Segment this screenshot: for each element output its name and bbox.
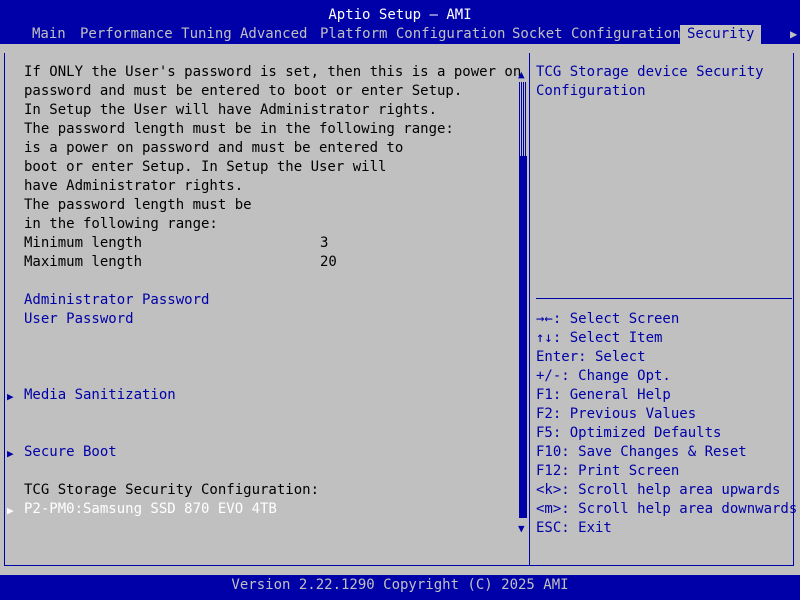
min-length-label: Minimum length xyxy=(24,235,143,251)
user-password-item[interactable]: User Password xyxy=(24,310,134,329)
key-hint: <m>: Scroll help area downwards xyxy=(536,501,798,517)
key-hint: +/-: Change Opt. xyxy=(536,368,671,384)
key-hint: →←: Select Screen xyxy=(536,311,680,327)
tab-socket-configuration[interactable]: Socket Configuration xyxy=(512,25,681,44)
key-hint: ESC: Exit xyxy=(536,520,612,536)
scroll-down-icon[interactable]: ▼ xyxy=(518,519,525,538)
title-bar: Aptio Setup – AMI Main Performance Tunin… xyxy=(0,0,800,44)
description-line: is a power on password and must be enter… xyxy=(24,140,404,156)
scrollbar-thumb[interactable] xyxy=(519,82,527,156)
description-line: in the following range: xyxy=(24,216,218,232)
triangle-right-icon: ▶ xyxy=(7,390,14,403)
media-sanitization-item[interactable]: Media Sanitization xyxy=(24,386,176,405)
version-footer: Version 2.22.1290 Copyright (C) 2025 AMI xyxy=(0,575,800,600)
tab-security[interactable]: Security xyxy=(680,25,762,44)
triangle-right-icon: ▶ xyxy=(7,504,14,517)
tab-bar: Main Performance Tuning Advanced Platfor… xyxy=(0,25,800,44)
help-separator xyxy=(536,298,792,299)
tab-platform-configuration[interactable]: Platform Configuration xyxy=(320,25,505,44)
help-description-line: Configuration xyxy=(536,83,646,99)
key-hint: ↑↓: Select Item xyxy=(536,330,663,346)
key-hint: F2: Previous Values xyxy=(536,406,697,422)
key-hint: F10: Save Changes & Reset xyxy=(536,444,747,460)
description-line: The password length must be in the follo… xyxy=(24,121,454,137)
key-hint: F12: Print Screen xyxy=(536,463,680,479)
description-line: In Setup the User will have Administrato… xyxy=(24,102,438,118)
description-line: password and must be entered to boot or … xyxy=(24,83,463,99)
administrator-password-item[interactable]: Administrator Password xyxy=(24,291,209,310)
description-line: have Administrator rights. xyxy=(24,178,244,194)
triangle-right-icon: ▶ xyxy=(7,447,14,460)
key-hint: Enter: Select xyxy=(536,349,646,365)
key-hint: <k>: Scroll help area upwards xyxy=(536,482,781,498)
panel-divider xyxy=(529,53,530,566)
max-length-value: 20 xyxy=(320,254,337,270)
description-line: If ONLY the User's password is set, then… xyxy=(24,64,522,80)
max-length-label: Maximum length xyxy=(24,254,143,270)
description-line: boot or enter Setup. In Setup the User w… xyxy=(24,159,387,175)
app-title: Aptio Setup – AMI xyxy=(328,7,472,23)
min-length-value: 3 xyxy=(320,235,329,251)
tcg-device-item[interactable]: P2-PM0:Samsung SSD 870 EVO 4TB xyxy=(24,500,277,519)
description-line: The password length must be xyxy=(24,197,252,213)
key-hint: F1: General Help xyxy=(536,387,671,403)
key-hint: F5: Optimized Defaults xyxy=(536,425,722,441)
help-description-line: TCG Storage device Security xyxy=(536,64,764,80)
tab-performance-tuning[interactable]: Performance Tuning xyxy=(80,25,232,44)
secure-boot-item[interactable]: Secure Boot xyxy=(24,443,117,462)
tcg-storage-heading: TCG Storage Security Configuration: xyxy=(24,482,320,498)
tab-advanced[interactable]: Advanced xyxy=(240,25,307,44)
triangle-right-icon[interactable]: ▶ xyxy=(790,25,797,44)
tab-main[interactable]: Main xyxy=(32,25,66,44)
